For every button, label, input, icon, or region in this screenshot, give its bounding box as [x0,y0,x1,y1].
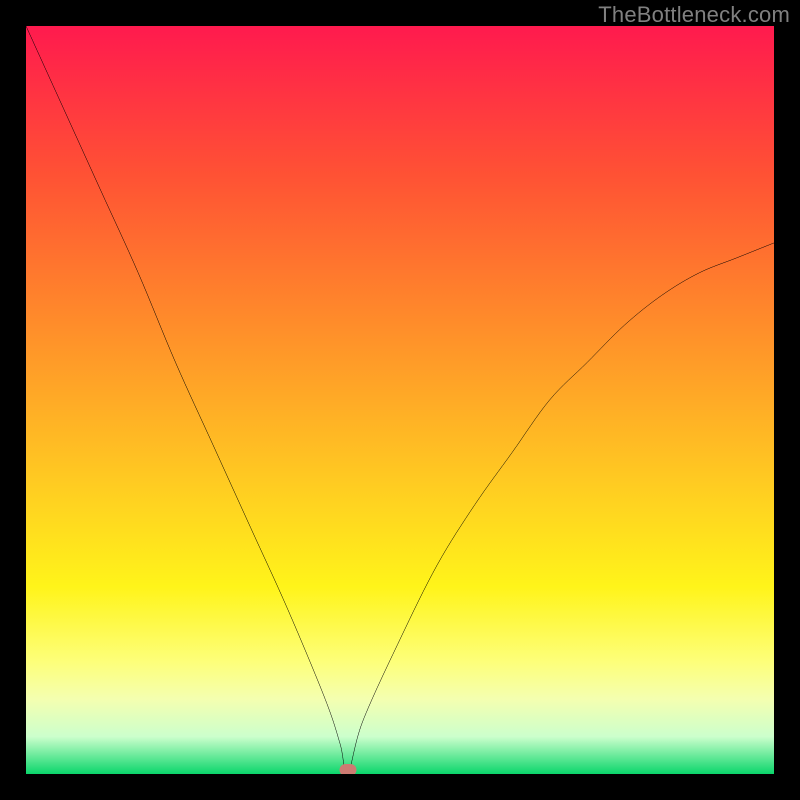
curve-line [26,26,774,774]
plot-area [26,26,774,774]
curve-svg [26,26,774,774]
watermark-text: TheBottleneck.com [598,2,790,28]
chart-container: TheBottleneck.com [0,0,800,800]
min-point-marker [339,764,356,774]
